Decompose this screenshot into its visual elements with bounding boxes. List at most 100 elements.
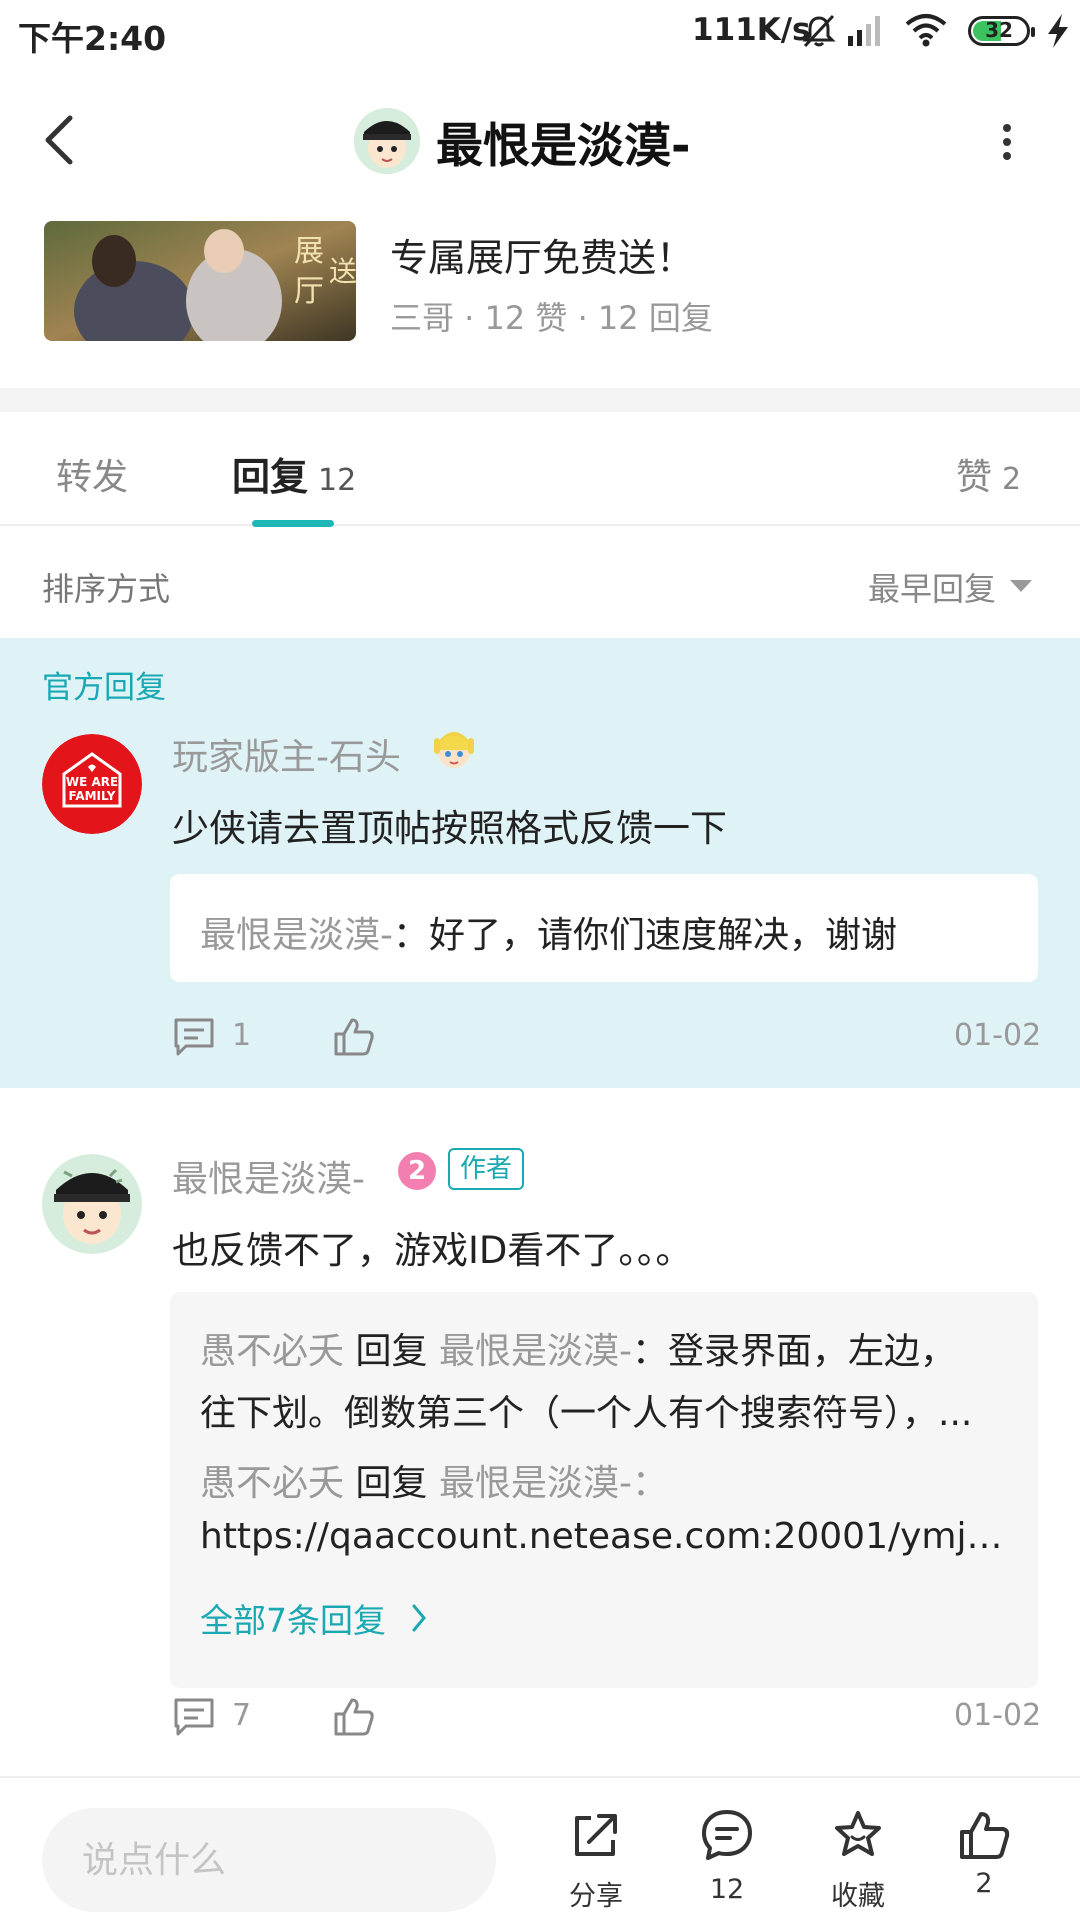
comments-count: 12 — [709, 1874, 745, 1905]
battery-indicator: 32 — [968, 16, 1035, 46]
status-time: 下午2:40 — [18, 19, 167, 58]
avatar[interactable]: WE ARE FAMILY — [42, 734, 142, 834]
author-badge: 作者 — [448, 1148, 525, 1190]
post-meta: 三哥 · 12 赞 · 12 回复 — [390, 299, 713, 337]
sub-reply[interactable]: 愚不必夭 回复 最恨是淡漠-：登录界面，左边， 往下划。倒数第三个（一个人有个搜… — [200, 1322, 1020, 1446]
like-button[interactable] — [332, 1014, 382, 1064]
sub-reply-text: ： — [631, 1463, 668, 1504]
active-tab-indicator — [252, 520, 334, 527]
tab-reply-label: 回复 — [232, 455, 309, 499]
star-icon — [835, 1811, 881, 1856]
thumbs-up-icon — [960, 1812, 1010, 1859]
network-speed: 111K/s — [692, 12, 811, 48]
comment-bubble-icon — [702, 1810, 752, 1860]
tab-forward-label: 转发 — [56, 457, 129, 498]
see-all-label: 全部7条回复 — [200, 1601, 386, 1640]
avatar-text-line1: WE ARE — [66, 775, 118, 789]
likes-count: 2 — [975, 1868, 993, 1899]
back-button[interactable] — [36, 110, 86, 170]
thumbs-up-icon — [334, 1698, 374, 1736]
like-post-button[interactable]: 2 — [929, 1808, 1039, 1918]
tab-like-label: 赞 — [956, 457, 993, 498]
tab-forward[interactable]: 转发 — [56, 448, 128, 500]
sub-reply-to[interactable]: 最恨是淡漠- — [439, 1331, 632, 1372]
official-reply-block: 官方回复 WE ARE FAMILY 玩家版主-石头 少侠请去置顶帖按照格式反馈… — [0, 638, 1080, 1088]
signal-icon — [846, 12, 886, 52]
comments-button[interactable]: 12 — [672, 1808, 782, 1918]
official-reply-label: 官方回复 — [42, 670, 166, 706]
sub-reply-from[interactable]: 愚不必夭 — [200, 1463, 344, 1504]
sub-reply[interactable]: 愚不必夭 回复 最恨是淡漠-： https://qaaccount.neteas… — [200, 1454, 1020, 1578]
thumbs-up-icon — [334, 1018, 374, 1056]
tab-bar: 转发 回复 12 赞2 — [0, 412, 1080, 527]
comment-text: 也反馈不了，游戏ID看不了。。。 — [172, 1229, 693, 1272]
sub-reply-to[interactable]: 最恨是淡漠- — [439, 1463, 632, 1504]
avatar[interactable] — [42, 1154, 142, 1254]
chevron-right-icon — [412, 1604, 426, 1632]
comment-icon — [174, 1698, 214, 1736]
tab-like-count: 2 — [1002, 462, 1022, 497]
post-card[interactable]: 展 厅 送 专属展厅免费送！ 三哥 · 12 赞 · 12 回复 — [0, 215, 1080, 385]
quote-username[interactable]: 最恨是淡漠- — [200, 915, 393, 956]
favorite-label: 收藏 — [831, 1881, 885, 1912]
comment-date: 01-02 — [954, 1018, 1042, 1053]
share-icon — [575, 1814, 617, 1856]
favorite-button[interactable]: 收藏 — [803, 1808, 913, 1918]
comment-date: 01-02 — [954, 1698, 1042, 1733]
sub-reply-verb: 回复 — [355, 1463, 428, 1504]
more-options-button[interactable] — [986, 122, 1026, 162]
comment-input[interactable] — [42, 1808, 496, 1912]
tab-like[interactable]: 赞2 — [956, 448, 1021, 500]
header-user[interactable]: 最恨是淡漠- — [354, 105, 691, 177]
mute-icon — [800, 12, 838, 54]
comment-item: 最恨是淡漠- 2 作者 也反馈不了，游戏ID看不了。。。 愚不必夭 回复 最恨是… — [0, 1088, 1080, 1774]
charging-icon — [1042, 12, 1074, 54]
comment-text: 少侠请去置顶帖按照格式反馈一下 — [172, 807, 727, 850]
sort-bar: 排序方式 最早回复 — [0, 528, 1080, 638]
sub-reply-line: 愚不必夭 回复 最恨是淡漠-：登录界面，左边， — [200, 1322, 1020, 1374]
svg-text:厅: 厅 — [294, 274, 324, 309]
comment-actions: 7 — [172, 1694, 1040, 1744]
share-button[interactable]: 分享 — [541, 1808, 651, 1918]
chevron-down-icon — [1010, 580, 1032, 592]
comment-username[interactable]: 玩家版主-石头 — [172, 728, 401, 780]
svg-text:送: 送 — [329, 255, 356, 288]
level-badge: 2 — [398, 1152, 436, 1190]
sub-reply-link[interactable]: https://qaaccount.netease.com:20001/ymjh… — [200, 1516, 1020, 1557]
tab-reply-count: 12 — [318, 463, 357, 498]
comment-icon — [174, 1018, 214, 1056]
page-title: 最恨是淡漠- — [436, 118, 691, 174]
quote-line: 最恨是淡漠-：好了，请你们速度解决，谢谢 — [200, 906, 1020, 958]
wifi-icon — [904, 12, 948, 52]
post-title: 专属展厅免费送！ — [390, 236, 695, 280]
like-button[interactable] — [332, 1694, 382, 1744]
sort-label: 排序方式 — [42, 570, 171, 608]
comment-button[interactable]: 7 — [172, 1694, 272, 1744]
sub-reply-line: 愚不必夭 回复 最恨是淡漠-： — [200, 1454, 1020, 1506]
avatar-text-line2: FAMILY — [69, 789, 116, 803]
user-badge-icon — [432, 726, 476, 776]
sub-replies-box: 愚不必夭 回复 最恨是淡漠-：登录界面，左边， 往下划。倒数第三个（一个人有个搜… — [170, 1292, 1038, 1688]
section-divider — [0, 388, 1080, 412]
sub-reply-line: 往下划。倒数第三个（一个人有个搜索符号），... — [200, 1393, 973, 1434]
svg-text:展: 展 — [294, 234, 324, 269]
status-bar: 下午2:40 111K/s 32 — [0, 0, 1080, 66]
battery-level: 32 — [985, 18, 1013, 42]
avatar[interactable] — [354, 108, 420, 174]
share-label: 分享 — [569, 1881, 623, 1912]
quoted-reply[interactable]: 最恨是淡漠-：好了，请你们速度解决，谢谢 — [170, 874, 1038, 982]
post-thumbnail: 展 厅 送 — [44, 221, 356, 341]
top-nav-bar: 最恨是淡漠- — [0, 80, 1080, 200]
sub-reply-from[interactable]: 愚不必夭 — [200, 1331, 344, 1372]
comment-username[interactable]: 最恨是淡漠- — [172, 1150, 365, 1202]
sub-reply-text: ：登录界面，左边， — [631, 1331, 956, 1372]
back-arrow-icon — [45, 115, 73, 165]
sub-reply-verb: 回复 — [355, 1331, 428, 1372]
comment-button[interactable]: 1 — [172, 1014, 272, 1064]
tab-reply[interactable]: 回复 12 — [232, 446, 356, 501]
comment-actions: 1 — [172, 1014, 1040, 1064]
see-all-replies-link[interactable]: 全部7条回复 — [200, 1594, 500, 1644]
bottom-action-bar: 分享 12 收藏 2 — [0, 1776, 1080, 1920]
quote-text: ：好了，请你们速度解决，谢谢 — [393, 915, 898, 956]
sort-dropdown[interactable]: 最早回复 — [868, 564, 996, 610]
